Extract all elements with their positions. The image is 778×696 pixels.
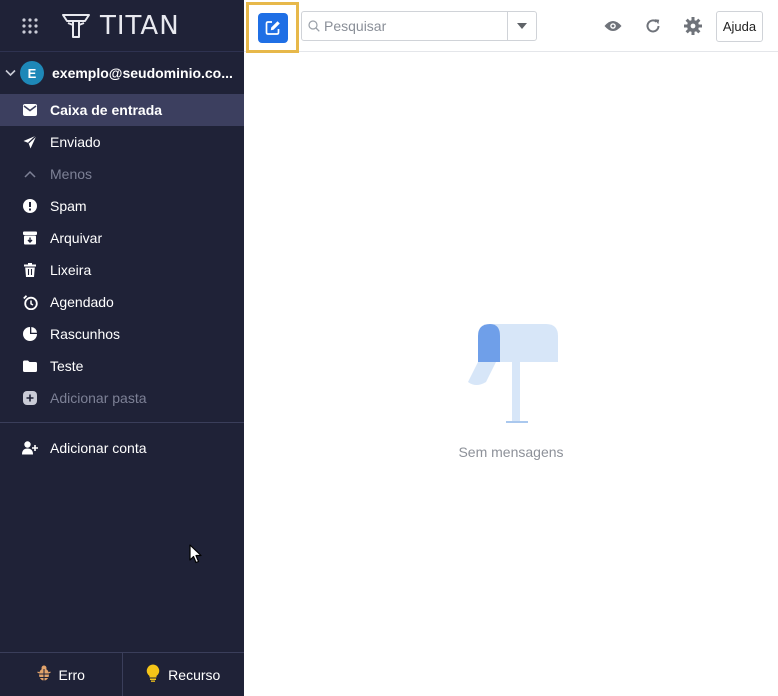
compose-highlight: [246, 2, 299, 53]
gear-icon[interactable]: [683, 16, 703, 36]
mouse-cursor-icon: [189, 544, 202, 564]
account-email: exemplo@seudominio.co...: [52, 65, 233, 81]
sidebar-item-label: Enviado: [50, 134, 101, 150]
sidebar-item-label: Lixeira: [50, 262, 92, 278]
paper-plane-icon: [22, 134, 38, 150]
report-bug-button[interactable]: Erro: [0, 653, 122, 696]
sidebar-item-label: Adicionar pasta: [50, 390, 147, 406]
exclamation-circle-icon: [22, 198, 38, 214]
plus-circle-icon: [22, 390, 38, 406]
sidebar-item-label: Menos: [50, 166, 93, 182]
toolbar: Ajuda: [244, 0, 778, 53]
brand-name: TITAN: [100, 10, 180, 41]
titan-logo: TITAN: [60, 11, 180, 41]
edit-icon: [265, 20, 280, 35]
mailbox-icon: [468, 324, 558, 423]
sidebar-item-sent[interactable]: Enviado: [0, 126, 244, 158]
eye-icon[interactable]: [603, 16, 623, 36]
sidebar-item-trash[interactable]: Lixeira: [0, 254, 244, 286]
bug-label: Erro: [58, 666, 85, 683]
folder-icon: [22, 358, 38, 374]
sidebar-item-spam[interactable]: Spam: [0, 190, 244, 222]
search-input[interactable]: [324, 18, 504, 34]
chevron-down-icon[interactable]: [2, 69, 18, 77]
add-account-label: Adicionar conta: [50, 440, 147, 456]
sidebar-item-archive[interactable]: Arquivar: [0, 222, 244, 254]
help-button[interactable]: Ajuda: [716, 11, 763, 42]
caret-down-icon: [517, 23, 527, 29]
sidebar-item-label: Agendado: [50, 294, 114, 310]
apps-grid-icon[interactable]: [0, 0, 60, 52]
add-account-button[interactable]: Adicionar conta: [0, 423, 244, 473]
sidebar-item-less[interactable]: Menos: [0, 158, 244, 190]
titan-logo-icon: [62, 13, 90, 38]
draft-icon: [22, 326, 38, 342]
sidebar-item-teste[interactable]: Teste: [0, 350, 244, 382]
search-options-dropdown[interactable]: [507, 12, 536, 40]
search-icon: [304, 20, 324, 32]
sidebar-item-label: Caixa de entrada: [50, 102, 163, 118]
account-switcher[interactable]: E exemplo@seudominio.co...: [0, 52, 244, 94]
sidebar-item-label: Spam: [50, 198, 87, 214]
compose-button[interactable]: [257, 12, 288, 43]
suggest-feature-button[interactable]: Recurso: [121, 653, 245, 696]
sidebar-item-drafts[interactable]: Rascunhos: [0, 318, 244, 350]
bug-icon: [36, 665, 51, 684]
lightbulb-icon: [146, 664, 160, 685]
empty-state-text: Sem mensagens: [458, 444, 564, 460]
search-box: [301, 11, 537, 41]
archive-icon: [22, 230, 38, 246]
sidebar-item-label: Arquivar: [50, 230, 103, 246]
envelope-icon: [22, 102, 38, 118]
avatar: E: [20, 61, 44, 85]
add-user-icon: [22, 440, 38, 456]
folder-list: Caixa de entrada Enviado Menos Spam Arqu…: [0, 94, 244, 414]
trash-icon: [22, 262, 38, 278]
sidebar: TITAN E exemplo@seudominio.co... Caixa d…: [0, 0, 244, 696]
sidebar-item-add-folder[interactable]: Adicionar pasta: [0, 382, 244, 414]
sidebar-footer: Erro Recurso: [0, 652, 244, 696]
brand-bar: TITAN: [0, 0, 244, 52]
clock-icon: [22, 294, 38, 310]
sidebar-item-scheduled[interactable]: Agendado: [0, 286, 244, 318]
refresh-icon[interactable]: [643, 16, 663, 36]
feature-label: Recurso: [168, 666, 221, 683]
sidebar-item-label: Rascunhos: [50, 326, 121, 342]
message-list: Sem mensagens: [244, 52, 778, 696]
sidebar-item-label: Teste: [50, 358, 84, 374]
sidebar-item-inbox[interactable]: Caixa de entrada: [0, 94, 244, 126]
chevron-up-icon: [22, 166, 38, 182]
